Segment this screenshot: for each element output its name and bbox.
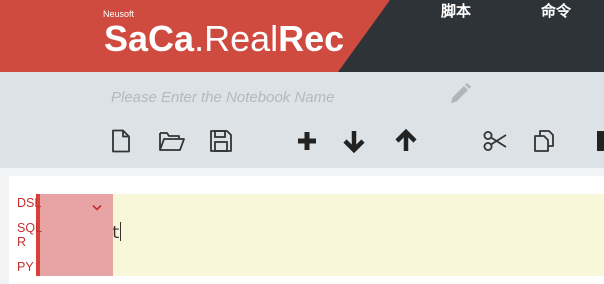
nav-command[interactable]: 命令 [541, 0, 571, 72]
language-option-r[interactable]: R [17, 235, 26, 249]
copy-icon[interactable] [531, 127, 559, 155]
open-folder-icon[interactable] [158, 127, 186, 155]
language-option-sql[interactable]: SQL [17, 221, 42, 235]
chevron-down-icon[interactable] [91, 198, 103, 211]
language-option-dsl[interactable]: DSL [17, 196, 41, 210]
notebook-toolbar [0, 72, 604, 168]
add-icon[interactable] [293, 127, 321, 155]
move-down-icon[interactable] [340, 127, 368, 155]
new-file-icon[interactable] [107, 127, 135, 155]
app-header: Neusoft SaCa.RealRec 脚本 命令 [0, 0, 604, 72]
nav-script[interactable]: 脚本 [441, 0, 471, 72]
move-up-icon[interactable] [392, 127, 420, 155]
text-caret [120, 222, 122, 241]
brand-logo: Neusoft SaCa.RealRec [0, 0, 390, 72]
save-icon[interactable] [207, 127, 235, 155]
language-option-py[interactable]: PY [17, 260, 34, 274]
cut-icon[interactable] [481, 127, 509, 155]
paste-icon[interactable] [594, 127, 604, 155]
pencil-icon[interactable] [448, 82, 472, 106]
brand-product-name: SaCa.RealRec [104, 18, 345, 59]
notebook-name-input[interactable] [111, 85, 431, 109]
